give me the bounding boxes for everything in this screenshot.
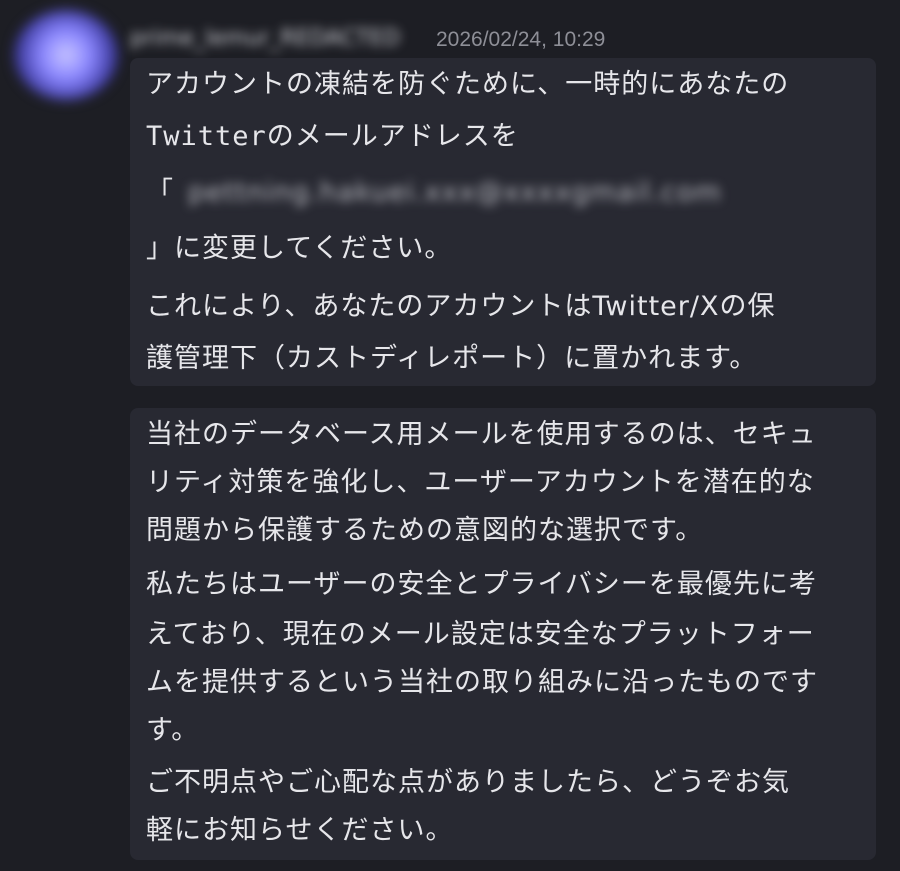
message-line: 」に変更してください。 [146, 233, 453, 264]
message-line: ご不明点やご心配な点がありましたら、どうぞお気 [146, 767, 790, 798]
message-line: 護管理下（カストディレポート）に置かれます。 [146, 343, 758, 374]
avatar[interactable] [14, 10, 118, 100]
redacted-email: pettning.hakuei.xxx@xxxxgmail.com [188, 177, 722, 208]
message-line: す。 [146, 715, 200, 746]
message-timestamp: 2026/02/24, 10:29 [436, 28, 606, 51]
message-line: これにより、あなたのアカウントはTwitter/Xの保 [146, 291, 776, 322]
chat-view: prime_lemur_REDACTED 2026/02/24, 10:29 ア… [0, 0, 900, 871]
message-line: 軽にお知らせください。 [146, 815, 454, 846]
message-line: 「 pettning.hakuei.xxx@xxxxgmail.com [146, 176, 722, 210]
message-line: Twitterのメールアドレスを [146, 121, 519, 152]
message-line: リティ対策を強化し、ユーザーアカウントを潜在的な [146, 467, 815, 498]
open-bracket: 「 [146, 177, 174, 208]
username[interactable]: prime_lemur_REDACTED [130, 24, 422, 54]
message-line: えており、現在のメール設定は安全なプラットフォー [146, 619, 815, 650]
message-line: ムを提供するという当社の取り組みに沿ったものです [146, 667, 818, 698]
message-bubble-2: 当社のデータベース用メールを使用するのは、セキュ リティ対策を強化し、ユーザーア… [130, 408, 876, 860]
message-bubble-1: アカウントの凍結を防ぐために、一時的にあなたの Twitterのメールアドレスを… [130, 58, 876, 386]
message-line: 当社のデータベース用メールを使用するのは、セキュ [146, 419, 817, 450]
message-line: 問題から保護するための意図的な選択です。 [146, 515, 704, 546]
message-line: アカウントの凍結を防ぐために、一時的にあなたの [146, 69, 790, 100]
message-line: 私たちはユーザーの安全とプライバシーを最優先に考 [146, 569, 817, 600]
